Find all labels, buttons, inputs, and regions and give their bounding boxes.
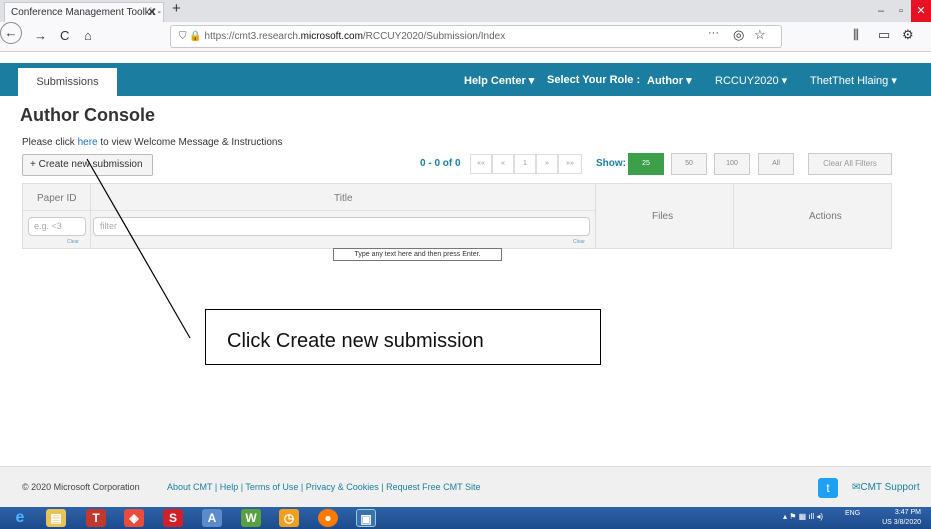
- footer-links[interactable]: About CMT | Help | Terms of Use | Privac…: [167, 482, 480, 492]
- clock-time: 3:47 PM: [894, 509, 921, 516]
- system-tray-icons[interactable]: ▴ ⚑ ▦ ıll ◂): [783, 512, 823, 521]
- language-indicator[interactable]: ENG: [845, 510, 860, 517]
- windows-taskbar: e ▤ T ◈ S A W ◷ ● ▣ ▴ ⚑ ▦ ıll ◂) ENG 3:4…: [0, 507, 931, 529]
- copyright: © 2020 Microsoft Corporation: [22, 482, 140, 492]
- app-window-icon[interactable]: ▣: [356, 509, 376, 527]
- app-a-icon[interactable]: A: [202, 509, 222, 527]
- app-s-icon[interactable]: S: [163, 509, 183, 527]
- twitter-icon[interactable]: t: [818, 478, 838, 498]
- instruction-callout: Click Create new submission: [205, 309, 601, 365]
- cmt-support-link[interactable]: ✉CMT Support: [852, 482, 920, 493]
- file-explorer-icon[interactable]: ▤: [46, 509, 66, 527]
- internet-explorer-icon[interactable]: e: [10, 509, 30, 527]
- app-w-icon[interactable]: W: [241, 509, 261, 527]
- app-shield-icon[interactable]: ◈: [124, 509, 144, 527]
- app-gauge-icon[interactable]: ◷: [279, 509, 299, 527]
- clock-date: US 3/8/2020: [882, 519, 921, 526]
- app-t-icon[interactable]: T: [86, 509, 106, 527]
- callout-pointer-line: [86, 158, 191, 339]
- clock[interactable]: 3:47 PM US 3/8/2020: [882, 508, 921, 528]
- firefox-icon[interactable]: ●: [318, 509, 338, 527]
- page-footer: © 2020 Microsoft Corporation About CMT |…: [0, 466, 931, 507]
